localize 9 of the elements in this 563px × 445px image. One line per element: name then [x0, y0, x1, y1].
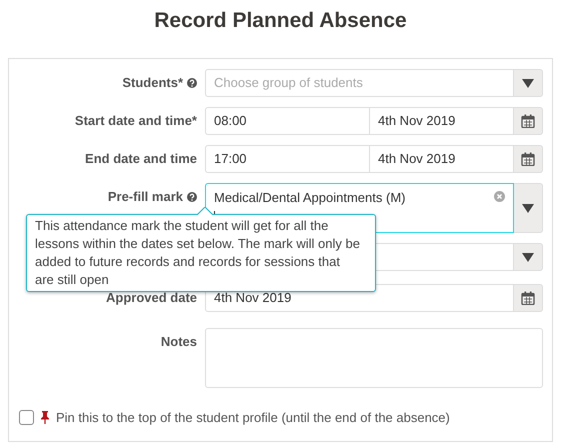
field-label: End date and time	[85, 151, 197, 166]
field-label: Approved date	[106, 290, 197, 305]
field-label: Start date and time*	[74, 113, 197, 128]
page-title: Record Planned Absence	[153, 8, 408, 34]
field-label: Pre-fill mark	[108, 189, 183, 204]
field-label: Notes	[160, 334, 197, 349]
pin-label: Pin this to the top of the student profile (until the end of the absence)	[56, 410, 450, 425]
tooltip: This attendance mark the student will get for all the lessons within the dates set below. The mark will only be added to future records and records for sessions that are still open	[26, 214, 376, 292]
field-label: Students*	[122, 75, 183, 90]
